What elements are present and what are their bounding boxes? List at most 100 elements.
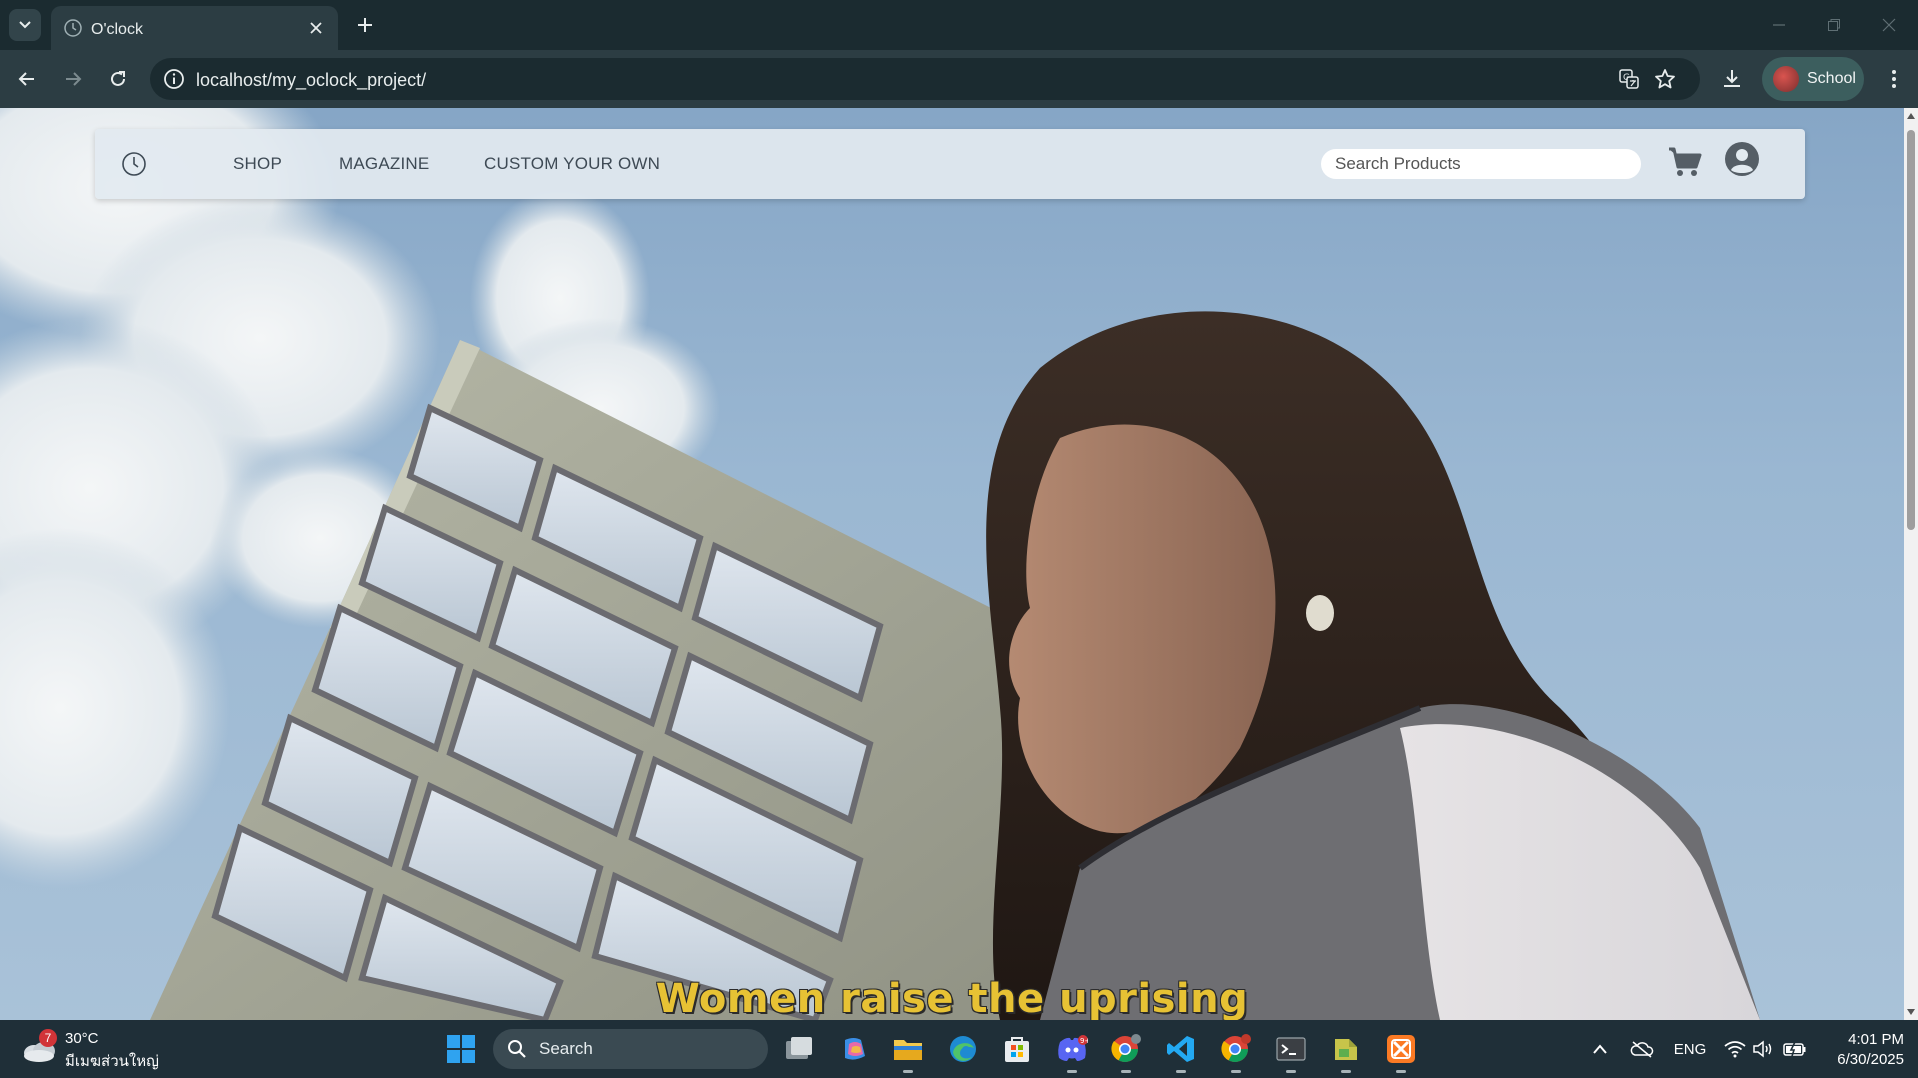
folder-icon	[894, 1040, 922, 1060]
tab-close-button[interactable]	[304, 16, 328, 40]
discord-app[interactable]: 9+	[1052, 1029, 1092, 1073]
chrome-icon	[1111, 1034, 1141, 1063]
search-icon	[508, 1040, 526, 1058]
edge-browser-app[interactable]	[943, 1029, 983, 1069]
nav-link-shop[interactable]: SHOP	[233, 154, 282, 174]
language-indicator[interactable]: ENG	[1668, 1037, 1712, 1061]
svg-text:9+: 9+	[1080, 1037, 1088, 1045]
vscode-app[interactable]	[1161, 1029, 1201, 1073]
clock-logo-icon[interactable]	[119, 149, 149, 179]
clock-favicon-icon	[64, 19, 82, 37]
tab-search-button[interactable]	[9, 9, 41, 41]
wifi-status[interactable]	[1722, 1037, 1748, 1061]
battery-charging-icon	[1783, 1041, 1806, 1057]
close-icon	[310, 22, 322, 34]
reload-button[interactable]	[102, 63, 134, 95]
copilot-app[interactable]	[834, 1029, 874, 1069]
volume-status[interactable]	[1750, 1037, 1776, 1061]
copilot-icon	[845, 1038, 865, 1060]
search-products-input[interactable]	[1321, 149, 1641, 179]
note-folder-icon	[1335, 1039, 1357, 1060]
running-indicator	[1176, 1070, 1186, 1073]
microsoft-store-app[interactable]	[997, 1029, 1037, 1069]
close-window-button[interactable]	[1866, 10, 1912, 40]
woman-figure	[986, 311, 1760, 1020]
show-hidden-icons-button[interactable]	[1588, 1037, 1612, 1061]
terminal-icon	[1276, 1037, 1306, 1061]
taskbar-search-box[interactable]: Search	[493, 1029, 768, 1069]
scroll-down-arrow-icon[interactable]	[1907, 1008, 1915, 1016]
onedrive-status-button[interactable]	[1628, 1037, 1656, 1061]
address-bar[interactable]: localhost/my_oclock_project/ G	[150, 58, 1700, 100]
running-indicator	[1067, 1070, 1077, 1073]
close-icon	[1882, 18, 1896, 32]
star-icon	[1655, 69, 1675, 89]
shopping-cart-icon[interactable]	[1667, 146, 1703, 178]
user-account-icon[interactable]	[1724, 141, 1760, 177]
hero-video-image	[0, 108, 1760, 1020]
forward-button[interactable]	[57, 63, 89, 95]
restore-icon	[1828, 19, 1840, 31]
browser-tab-active[interactable]: O'clock	[51, 6, 338, 50]
edge-icon	[950, 1036, 976, 1062]
scrollbar-thumb[interactable]	[1907, 130, 1915, 530]
browser-toolbar: localhost/my_oclock_project/ G School	[0, 50, 1918, 108]
translate-icon: G	[1619, 69, 1639, 89]
running-indicator	[1231, 1070, 1241, 1073]
clock-date: 6/30/2025	[1837, 1051, 1904, 1068]
profile-avatar	[1773, 66, 1799, 92]
info-icon[interactable]	[162, 67, 186, 91]
windows-start-icon[interactable]	[447, 1035, 475, 1063]
minimize-button[interactable]	[1756, 10, 1802, 40]
wifi-icon	[1724, 1041, 1746, 1058]
browser-tabbar: O'clock	[0, 0, 1918, 50]
terminal-app[interactable]	[1271, 1029, 1311, 1073]
task-view-button[interactable]	[779, 1029, 819, 1069]
vscode-icon	[1167, 1036, 1194, 1062]
battery-status[interactable]	[1782, 1037, 1808, 1061]
nav-link-custom-your-own[interactable]: CUSTOM YOUR OWN	[484, 154, 660, 174]
windows-taskbar: 7 30°C มีเมฆส่วนใหญ่ Search 9+ ENG 4:01 …	[0, 1020, 1918, 1078]
browser-menu-button[interactable]	[1878, 63, 1910, 95]
discord-icon: 9+	[1058, 1035, 1088, 1061]
plus-icon	[358, 18, 372, 32]
new-tab-button[interactable]	[350, 10, 380, 40]
translate-button[interactable]: G	[1617, 67, 1641, 91]
weather-alert-badge: 7	[39, 1029, 57, 1047]
weather-condition: มีเมฆส่วนใหญ่	[65, 1053, 159, 1070]
scroll-up-arrow-icon[interactable]	[1907, 112, 1915, 120]
weather-widget[interactable]: 7 30°C มีเมฆส่วนใหญ่	[20, 1028, 160, 1070]
arrow-right-icon	[66, 72, 82, 86]
download-icon	[1724, 70, 1740, 87]
running-indicator	[903, 1070, 913, 1073]
task-view-icon	[786, 1037, 812, 1059]
xampp-app[interactable]	[1381, 1029, 1421, 1073]
back-button[interactable]	[11, 63, 43, 95]
restore-button[interactable]	[1811, 10, 1857, 40]
arrow-left-icon	[18, 72, 34, 86]
weather-temperature: 30°C	[65, 1030, 99, 1047]
nav-link-magazine[interactable]: MAGAZINE	[339, 154, 429, 174]
profile-button[interactable]: School	[1762, 57, 1864, 101]
store-icon	[1005, 1037, 1029, 1062]
speaker-icon	[1753, 1040, 1772, 1058]
xampp-icon	[1387, 1035, 1415, 1063]
running-indicator	[1396, 1070, 1406, 1073]
page-scrollbar[interactable]	[1904, 108, 1918, 1020]
minimize-icon	[1773, 24, 1785, 26]
downloads-button[interactable]	[1716, 63, 1748, 95]
url-text[interactable]: localhost/my_oclock_project/	[196, 70, 426, 91]
file-explorer-app[interactable]	[888, 1029, 928, 1073]
chrome-app-2[interactable]	[1216, 1029, 1256, 1073]
site-navbar: SHOP MAGAZINE CUSTOM YOUR OWN	[95, 129, 1805, 199]
tab-title: O'clock	[91, 21, 143, 38]
hero-subtitle: Women raise the uprising	[655, 976, 1249, 1020]
page-viewport: SHOP MAGAZINE CUSTOM YOUR OWN Women rais…	[0, 108, 1904, 1020]
more-vertical-icon	[1892, 70, 1896, 88]
notes-app[interactable]	[1326, 1029, 1366, 1073]
bookmark-button[interactable]	[1653, 67, 1677, 91]
system-clock[interactable]: 4:01 PM 6/30/2025	[1812, 1030, 1904, 1070]
chrome-app-1[interactable]	[1106, 1029, 1146, 1073]
reload-icon	[111, 71, 125, 86]
cloud-off-icon	[1630, 1041, 1654, 1058]
